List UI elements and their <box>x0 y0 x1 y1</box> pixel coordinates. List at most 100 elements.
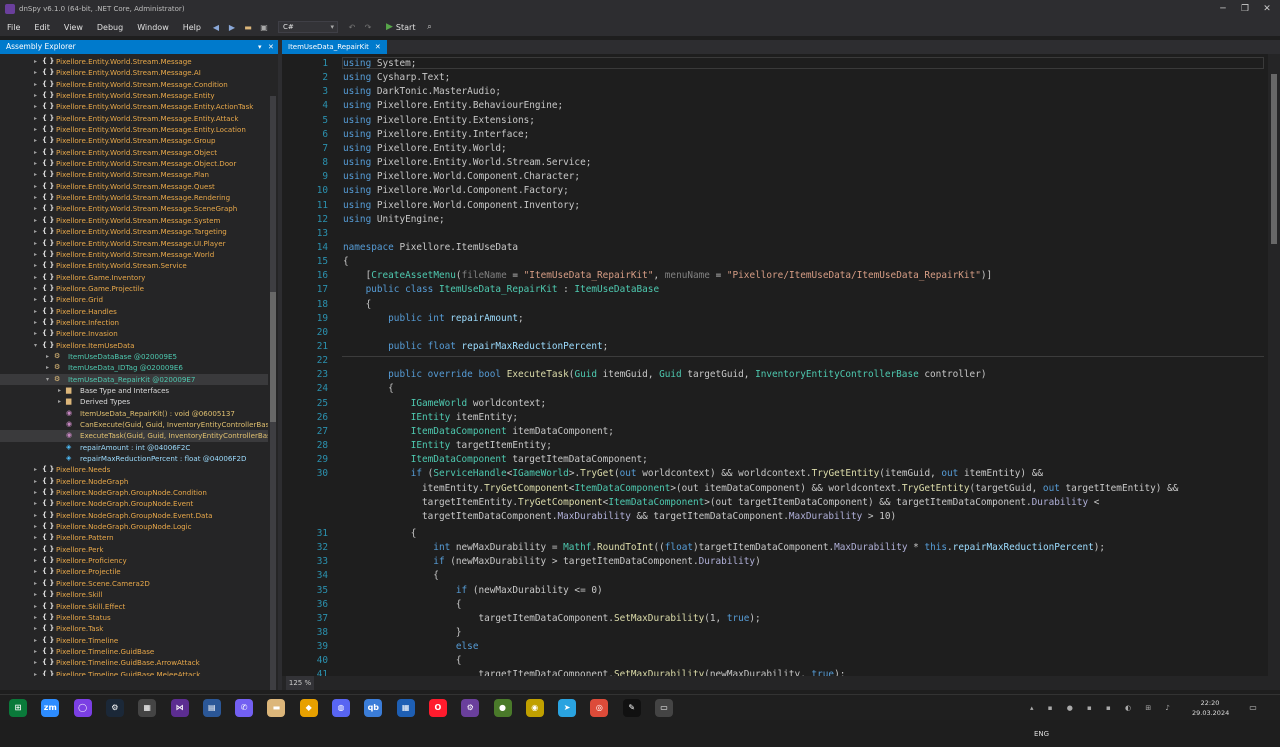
expander-icon[interactable]: ▾ <box>46 374 54 385</box>
tree-node[interactable]: ▸{ } Pixellore.Entity.World.Stream.Messag… <box>0 101 268 112</box>
expander-icon[interactable]: ▸ <box>34 498 42 509</box>
expander-icon[interactable]: ▸ <box>34 294 42 305</box>
win-start-icon[interactable]: ⊞ <box>9 699 27 717</box>
tree-node[interactable]: ▸{ } Pixellore.Game.Inventory <box>0 272 268 283</box>
tree-node[interactable]: ▸{ } Pixellore.NodeGraph.GroupNode.Event.… <box>0 510 268 521</box>
viber-icon[interactable]: ✆ <box>235 699 254 717</box>
expander-icon[interactable]: ▸ <box>34 657 42 668</box>
expander-icon[interactable]: ▸ <box>34 113 42 124</box>
tree-node[interactable]: ▸{ } Pixellore.Entity.World.Stream.Messag… <box>0 90 268 101</box>
tree-node[interactable]: ▸{ } Pixellore.Entity.World.Stream.Messag… <box>0 249 268 260</box>
minimize-button[interactable]: ─ <box>1212 0 1234 18</box>
expander-icon[interactable]: ▸ <box>34 646 42 657</box>
search-icon[interactable]: ⌕ <box>423 21 435 33</box>
calendar-icon[interactable]: ▦ <box>396 699 415 717</box>
tree-node[interactable]: ▸{ } Pixellore.Entity.World.Stream.Messag… <box>0 192 268 203</box>
tree-node[interactable]: ▸ ⚙ ItemUseData_IDTag @020009E6 <box>0 362 268 373</box>
expander-icon[interactable]: ▸ <box>34 476 42 487</box>
tree-node[interactable]: ▸{ } Pixellore.Entity.World.Stream.Messag… <box>0 79 268 90</box>
start-button[interactable]: ▶ Start <box>386 22 415 32</box>
language-select[interactable]: C# <box>277 21 338 33</box>
discord-icon[interactable]: ◍ <box>332 699 350 717</box>
close-panel-icon[interactable]: ✕ <box>268 40 274 54</box>
expander-icon[interactable]: ▸ <box>34 67 42 78</box>
expander-icon[interactable]: ▸ <box>46 362 54 373</box>
expander-icon[interactable]: ▸ <box>34 169 42 180</box>
menu-window[interactable]: Window <box>130 23 176 32</box>
expander-icon[interactable]: ▸ <box>34 181 42 192</box>
zoom-level[interactable]: 125 % <box>286 676 314 690</box>
opera-icon[interactable]: O <box>428 699 447 717</box>
expander-icon[interactable]: ▸ <box>34 669 42 676</box>
tray-icons[interactable]: ▴ ▪ ● ▪ ▪ ◐ ⊞ ♪ <box>1030 704 1176 712</box>
steam-icon[interactable]: ⚙ <box>105 699 124 717</box>
tree-node[interactable]: ▸{ } Pixellore.Perk <box>0 544 268 555</box>
back-icon[interactable]: ◀ <box>210 21 222 33</box>
tree-node[interactable]: ▸ ▆ Derived Types <box>0 396 268 407</box>
mixer-icon[interactable]: ▦ <box>138 699 157 717</box>
close-button[interactable]: ✕ <box>1256 0 1278 18</box>
chrome-icon[interactable]: ◎ <box>590 699 609 717</box>
tree-node[interactable]: ▸{ } Pixellore.Invasion <box>0 328 268 339</box>
expander-icon[interactable]: ▸ <box>58 385 66 396</box>
expander-icon[interactable]: ▸ <box>34 135 42 146</box>
tree-node[interactable]: ▸{ } Pixellore.Status <box>0 612 268 623</box>
expander-icon[interactable]: ▸ <box>34 215 42 226</box>
tree-node[interactable]: ◉ ItemUseData_RepairKit() : void @0600513… <box>0 408 268 419</box>
tree-node[interactable]: ◉ ExecuteTask(Guid, Guid, InventoryEntity… <box>0 430 268 442</box>
gimp-icon[interactable]: ◆ <box>299 699 318 717</box>
expander-icon[interactable]: ▸ <box>34 147 42 158</box>
expander-icon[interactable]: ▸ <box>34 238 42 249</box>
tree-node[interactable]: ▾ ⚙ ItemUseData_RepairKit @020009E7 <box>0 373 268 385</box>
expander-icon[interactable]: ▸ <box>34 90 42 101</box>
save-icon[interactable]: ▣ <box>258 21 270 33</box>
tree-node[interactable]: ▸{ } Pixellore.Entity.World.Stream.Messag… <box>0 215 268 226</box>
tree-node[interactable]: ▸{ } Pixellore.Skill <box>0 589 268 600</box>
expander-icon[interactable]: ▸ <box>34 283 42 294</box>
expander-icon[interactable]: ▸ <box>34 328 42 339</box>
tree-node[interactable]: ▸{ } Pixellore.Entity.World.Stream.Messag… <box>0 238 268 249</box>
tree-node[interactable]: ▸{ } Pixellore.Entity.World.Stream.Messag… <box>0 113 268 124</box>
open-folder-icon[interactable]: ▬ <box>242 21 254 33</box>
clock[interactable]: 22:20 29.03.2024 <box>1192 698 1229 718</box>
tree-node[interactable]: ▸{ } Pixellore.NodeGraph.GroupNode.Event <box>0 498 268 509</box>
tree-node[interactable]: ▸{ } Pixellore.Entity.World.Stream.Messag… <box>0 203 268 214</box>
taskview-icon[interactable]: ▭ <box>655 699 673 717</box>
menu-debug[interactable]: Debug <box>90 23 130 32</box>
vscode-icon[interactable]: ⋈ <box>170 699 189 717</box>
tree-node[interactable]: ▸{ } Pixellore.Entity.World.Stream.Servic… <box>0 260 268 271</box>
tree-node[interactable]: ▸{ } Pixellore.Entity.World.Stream.Messag… <box>0 56 268 67</box>
expander-icon[interactable]: ▸ <box>34 521 42 532</box>
telegram-icon[interactable]: ➤ <box>558 699 577 717</box>
qbittorrent-icon[interactable]: qb <box>364 699 383 717</box>
expander-icon[interactable]: ▸ <box>34 510 42 521</box>
expander-icon[interactable]: ▸ <box>34 623 42 634</box>
expander-icon[interactable]: ▸ <box>34 226 42 237</box>
tree-node[interactable]: ▸{ } Pixellore.Entity.World.Stream.Messag… <box>0 169 268 180</box>
scroll-thumb[interactable] <box>1271 74 1277 244</box>
expander-icon[interactable]: ▸ <box>34 532 42 543</box>
tree-node[interactable]: ◈ repairMaxReductionPercent : float @0400… <box>0 453 268 464</box>
tree-node[interactable]: ▸{ } Pixellore.Proficiency <box>0 555 268 566</box>
tree-node[interactable]: ▸{ } Pixellore.Entity.World.Stream.Messag… <box>0 124 268 135</box>
expander-icon[interactable]: ▸ <box>34 317 42 328</box>
tab-itemusedata-repairkit[interactable]: ItemUseData_RepairKit ✕ <box>282 40 387 54</box>
tree-node[interactable]: ▸{ } Pixellore.Entity.World.Stream.Messag… <box>0 158 268 169</box>
expander-icon[interactable]: ▸ <box>34 555 42 566</box>
tree-node[interactable]: ▸{ } Pixellore.NodeGraph.GroupNode.Condit… <box>0 487 268 498</box>
tree-node[interactable]: ▸{ } Pixellore.Grid <box>0 294 268 305</box>
tree-node[interactable]: ▸{ } Pixellore.NodeGraph.GroupNode.Logic <box>0 521 268 532</box>
menu-edit[interactable]: Edit <box>27 23 57 32</box>
expander-icon[interactable]: ▸ <box>34 101 42 112</box>
tree-node[interactable]: ▸{ } Pixellore.Entity.World.Stream.Messag… <box>0 226 268 237</box>
tree-node[interactable]: ▸{ } Pixellore.Entity.World.Stream.Messag… <box>0 181 268 192</box>
menu-help[interactable]: Help <box>176 23 208 32</box>
expander-icon[interactable]: ▸ <box>34 272 42 283</box>
tree-vertical-scrollbar[interactable] <box>270 96 276 690</box>
maximize-button[interactable]: ❐ <box>1234 0 1256 18</box>
tree-node[interactable]: ▸{ } Pixellore.Infection <box>0 317 268 328</box>
tree-node[interactable]: ▸{ } Pixellore.Entity.World.Stream.Messag… <box>0 135 268 146</box>
expander-icon[interactable]: ▸ <box>34 306 42 317</box>
redo-icon[interactable]: ↷ <box>362 21 374 33</box>
expander-icon[interactable]: ▸ <box>34 203 42 214</box>
